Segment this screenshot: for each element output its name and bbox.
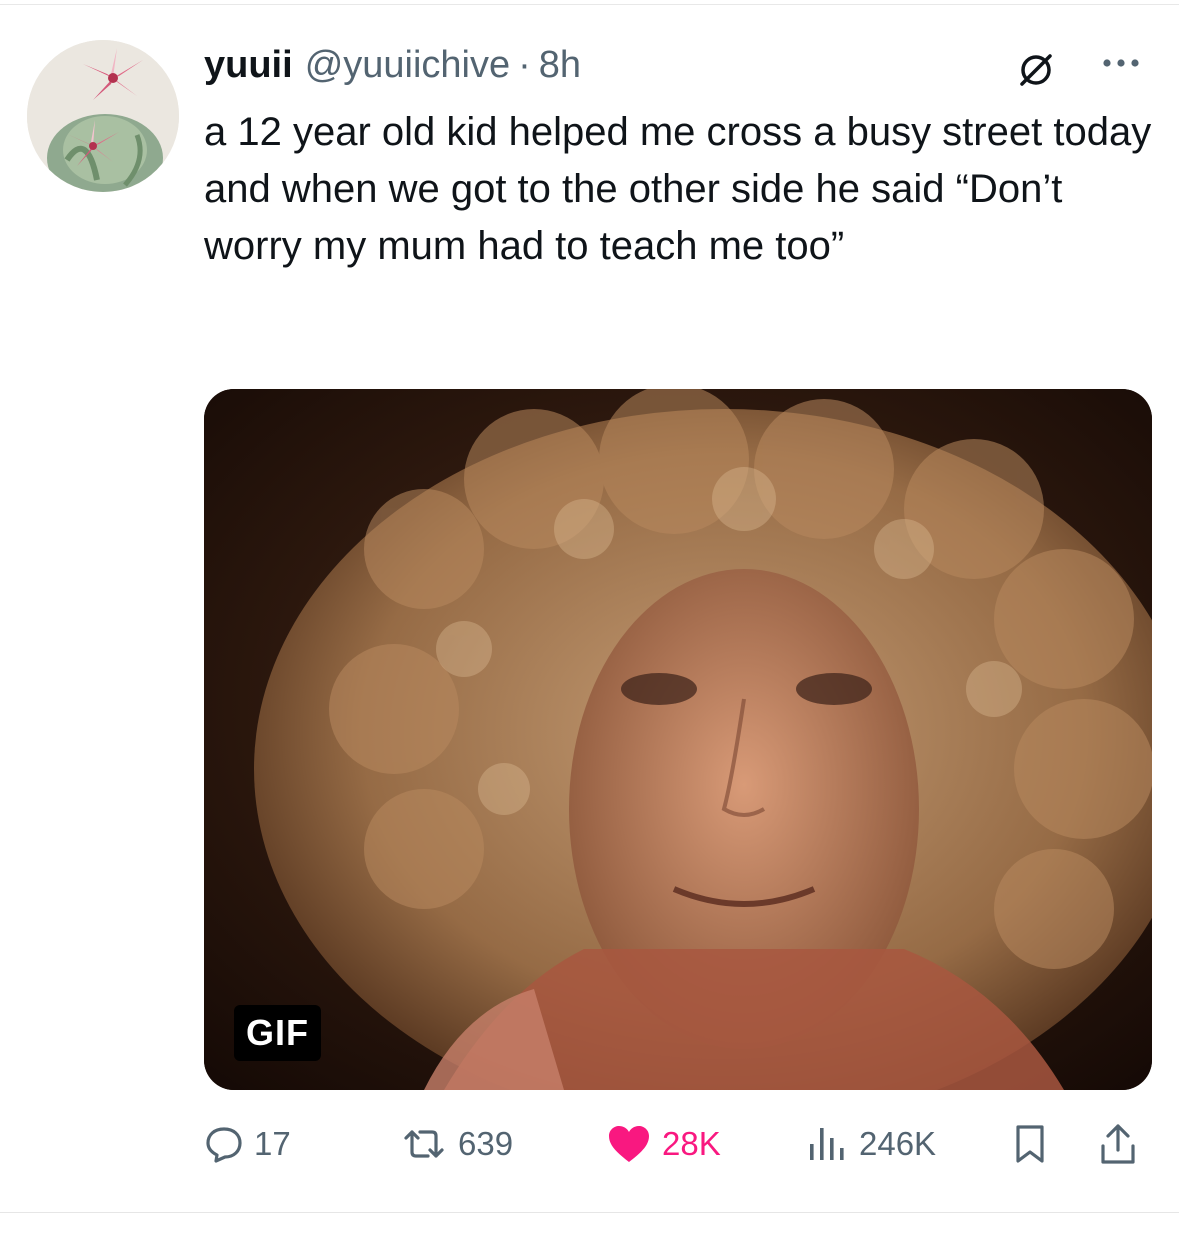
reply-button[interactable]: 17 <box>204 1118 291 1170</box>
gif-badge: GIF <box>234 1005 321 1061</box>
author-avatar[interactable] <box>27 40 179 192</box>
top-divider <box>0 4 1179 5</box>
like-count: 28K <box>662 1125 721 1162</box>
more-icon[interactable] <box>1098 52 1144 74</box>
views-chart-icon <box>810 1128 844 1160</box>
view-count: 246K <box>859 1125 937 1162</box>
tweet-timestamp[interactable]: 8h <box>539 44 581 87</box>
views-button[interactable]: 246K <box>805 1118 936 1170</box>
header-separator: · <box>518 43 531 86</box>
author-display-name[interactable]: yuuii <box>204 44 293 87</box>
tweet-actions: 17 639 28K 246K <box>0 1118 1179 1170</box>
tweet-header: yuuii @yuuiichive · 8h <box>204 40 581 90</box>
repost-button[interactable]: 639 <box>400 1118 513 1170</box>
share-button[interactable] <box>1098 1118 1138 1170</box>
bottom-divider <box>0 1212 1179 1213</box>
gif-media[interactable]: GIF <box>204 389 1152 1090</box>
grok-icon[interactable] <box>1016 50 1056 90</box>
reply-icon <box>206 1127 242 1163</box>
repost-count: 639 <box>458 1125 514 1162</box>
reply-count: 17 <box>254 1125 291 1162</box>
bookmark-icon <box>1016 1125 1044 1163</box>
like-button[interactable]: 28K <box>606 1118 721 1170</box>
heart-icon <box>609 1126 649 1162</box>
author-handle[interactable]: @yuuiichive <box>305 44 510 87</box>
repost-icon <box>404 1130 444 1158</box>
curly-haired-woman-gif <box>204 389 1152 1090</box>
tweet-text: a 12 year old kid helped me cross a busy… <box>204 110 1163 268</box>
bookmark-button[interactable] <box>1012 1118 1048 1170</box>
flower-vase-avatar-image <box>27 40 179 192</box>
share-icon <box>1101 1124 1135 1164</box>
